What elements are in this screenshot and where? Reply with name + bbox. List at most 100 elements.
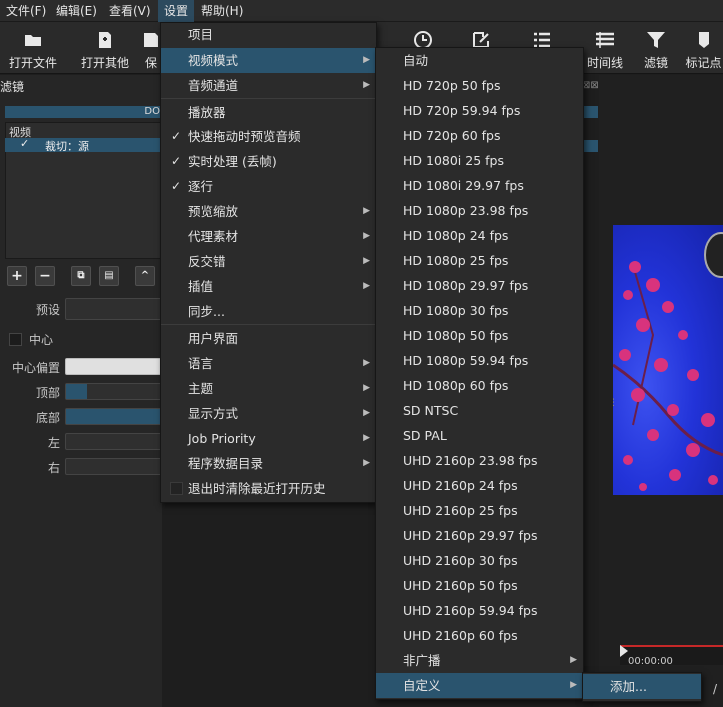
video-mode-item[interactable]: HD 1080p 60 fps [376, 373, 583, 398]
open-other-label: 打开其他 [80, 56, 129, 70]
menu-item-scrub-audio[interactable]: ✓ 快速拖动时预览音频 [161, 124, 376, 149]
preset-label: 预设 [35, 303, 60, 317]
open-file-button[interactable]: 打开文件 [2, 22, 64, 74]
video-mode-item[interactable]: UHD 2160p 29.97 fps [376, 523, 583, 548]
filters-button[interactable]: 滤镜 [640, 22, 672, 74]
video-mode-item[interactable]: HD 1080p 50 fps [376, 323, 583, 348]
splitter-handle[interactable]: ⋮ [609, 398, 618, 412]
video-mode-item[interactable]: SD PAL [376, 423, 583, 448]
folder-icon [25, 35, 41, 46]
save-label: 保 [144, 56, 157, 70]
open-other-button[interactable]: 打开其他 [72, 22, 138, 74]
video-mode-item[interactable]: UHD 2160p 24 fps [376, 473, 583, 498]
menu-item-realtime[interactable]: ✓ 实时处理 (丢帧) [161, 149, 376, 174]
video-mode-non-broadcast[interactable]: 非广播 ▶ [376, 648, 583, 673]
timeline-icon [596, 32, 614, 48]
menu-view[interactable]: 查看(V) [103, 0, 157, 22]
timecode-separator: / [713, 682, 718, 696]
check-icon: ✓ [171, 129, 182, 143]
center-checkbox[interactable] [9, 333, 22, 346]
video-mode-item[interactable]: HD 1080p 24 fps [376, 223, 583, 248]
menu-file[interactable]: 文件(F) [0, 0, 52, 22]
filter-enabled-check[interactable]: ✓ [20, 137, 29, 150]
video-mode-item[interactable]: HD 1080p 29.97 fps [376, 273, 583, 298]
menu-item-language[interactable]: 语言 ▶ [161, 351, 376, 376]
menu-item-display-method[interactable]: 显示方式 ▶ [161, 401, 376, 426]
add-filter-button[interactable]: + [7, 266, 27, 286]
video-mode-auto[interactable]: 自动 [376, 48, 583, 73]
video-mode-item[interactable]: HD 1080p 30 fps [376, 298, 583, 323]
menu-item-progressive[interactable]: ✓ 逐行 [161, 174, 376, 199]
menu-item-sync[interactable]: 同步... [161, 299, 376, 324]
section-player: 播放器 [188, 105, 226, 120]
filters-panel-title: 滤镜 [0, 80, 25, 94]
menu-item-preview-scaling[interactable]: 预览缩放 ▶ [161, 199, 376, 224]
video-mode-item[interactable]: HD 1080i 29.97 fps [376, 173, 583, 198]
video-mode-item[interactable]: UHD 2160p 50 fps [376, 573, 583, 598]
markers-button[interactable]: 标记点 [684, 22, 723, 74]
video-mode-item[interactable]: UHD 2160p 30 fps [376, 548, 583, 573]
filter-icon [647, 32, 665, 48]
menu-item-deinterlace[interactable]: 反交错 ▶ [161, 249, 376, 274]
section-project: 项目 [188, 27, 214, 42]
section-ui: 用户界面 [188, 331, 239, 346]
menu-item-add[interactable]: 添加... [583, 674, 701, 699]
video-mode-item[interactable]: UHD 2160p 59.94 fps [376, 598, 583, 623]
video-mode-item[interactable]: HD 1080i 25 fps [376, 148, 583, 173]
playhead-icon[interactable] [620, 645, 628, 657]
right-slider[interactable] [65, 458, 162, 475]
video-mode-item[interactable]: HD 720p 60 fps [376, 123, 583, 148]
top-label: 顶部 [35, 386, 60, 400]
panel-close-icon[interactable]: ⊠⊠ [582, 80, 602, 92]
timeline-label: 时间线 [586, 56, 623, 70]
timeline-button[interactable]: 时间线 [584, 22, 626, 74]
center-bias-slider[interactable] [65, 358, 162, 375]
panel-selected-strip [582, 106, 598, 118]
video-mode-item[interactable]: UHD 2160p 25 fps [376, 498, 583, 523]
move-up-button[interactable]: ^ [135, 266, 155, 286]
save-button[interactable]: 保 [142, 22, 160, 74]
menu-item-video-mode[interactable]: 视频模式 ▶ [161, 48, 376, 73]
top-slider[interactable] [65, 383, 162, 400]
preset-combo[interactable] [65, 298, 162, 320]
save-icon [144, 33, 158, 47]
panel-selected-strip-2 [582, 140, 598, 152]
video-mode-item[interactable]: HD 720p 50 fps [376, 73, 583, 98]
remove-filter-button[interactable]: − [35, 266, 55, 286]
video-mode-item[interactable]: UHD 2160p 23.98 fps [376, 448, 583, 473]
menu-item-theme[interactable]: 主题 ▶ [161, 376, 376, 401]
video-mode-item[interactable]: SD NTSC [376, 398, 583, 423]
video-mode-item[interactable]: UHD 2160p 60 fps [376, 623, 583, 648]
left-label: 左 [47, 436, 60, 450]
menu-settings[interactable]: 设置 [158, 0, 195, 22]
left-slider[interactable] [65, 433, 162, 450]
menu-edit[interactable]: 编辑(E) [50, 0, 103, 22]
menu-separator [161, 324, 376, 325]
center-bias-label: 中心偏置 [11, 361, 60, 375]
menu-help[interactable]: 帮助(H) [195, 0, 249, 22]
menu-separator [161, 98, 376, 99]
video-mode-item[interactable]: HD 1080p 59.94 fps [376, 348, 583, 373]
video-mode-item[interactable]: HD 720p 59.94 fps [376, 98, 583, 123]
menu-item-proxy[interactable]: 代理素材 ▶ [161, 224, 376, 249]
video-mode-item[interactable]: HD 1080p 25 fps [376, 248, 583, 273]
video-preview[interactable] [613, 225, 723, 495]
video-mode-item[interactable]: HD 1080p 23.98 fps [376, 198, 583, 223]
menu-item-app-data-dir[interactable]: 程序数据目录 ▶ [161, 451, 376, 476]
bottom-slider[interactable] [65, 408, 162, 425]
check-icon: ✓ [171, 179, 182, 193]
menu-item-job-priority[interactable]: Job Priority ▶ [161, 426, 376, 451]
video-mode-custom[interactable]: 自定义 ▶ [376, 673, 583, 698]
filters-label: 滤镜 [643, 56, 668, 70]
menu-item-clear-recent[interactable]: 退出时清除最近打开历史 [161, 476, 376, 501]
paste-filter-button[interactable]: ▤ [99, 266, 119, 286]
menu-item-audio-channels[interactable]: 音频通道 ▶ [161, 73, 376, 98]
copy-filter-button[interactable]: ⧉ [71, 266, 91, 286]
unchecked-box-icon [170, 482, 183, 495]
open-other-icon [99, 32, 111, 48]
open-file-label: 打开文件 [8, 56, 57, 70]
bottom-slider-fill [66, 409, 161, 424]
menu-item-interpolation[interactable]: 插值 ▶ [161, 274, 376, 299]
video-mode-submenu: 自动 HD 720p 50 fps HD 720p 59.94 fps HD 7… [375, 47, 584, 700]
filter-banner: DO [5, 106, 162, 118]
